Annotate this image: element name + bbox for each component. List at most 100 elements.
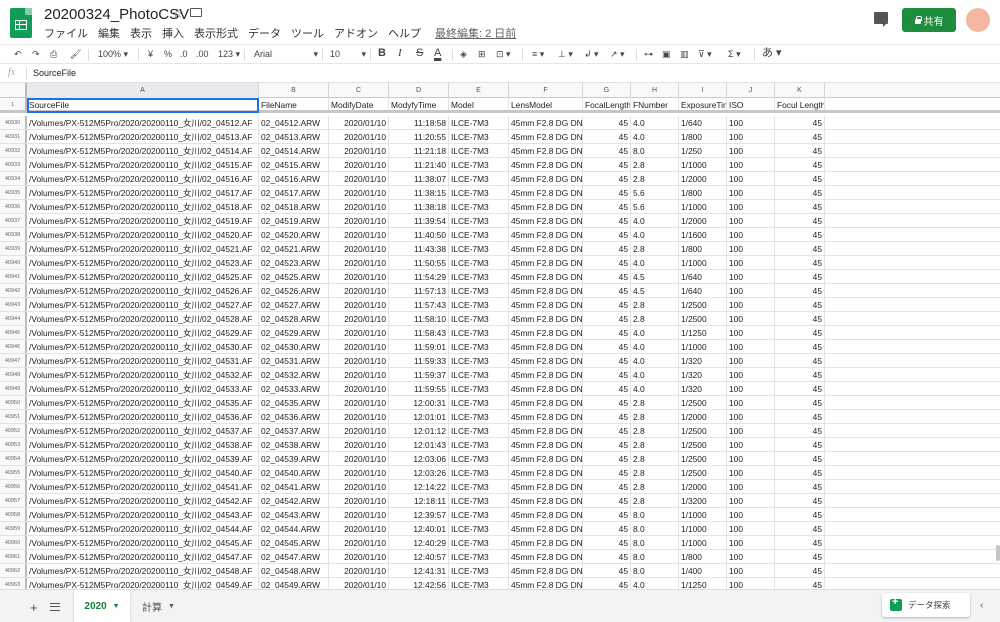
cell-h[interactable]: 4.0 <box>631 354 679 367</box>
cell-k[interactable]: 45 <box>775 116 825 129</box>
cell-g[interactable]: 45 <box>583 270 631 283</box>
cell-k[interactable]: 45 <box>775 144 825 157</box>
row-number[interactable]: 1 <box>0 98 27 110</box>
cell-a[interactable]: /Volumes/PX-512M5Pro/2020/20200110_女川/02… <box>27 158 259 171</box>
cell-f[interactable]: 45mm F2.8 DG DN <box>509 256 583 269</box>
cell-j[interactable]: 100 <box>727 340 775 353</box>
cell-k[interactable]: 45 <box>775 494 825 507</box>
cell-c[interactable]: 2020/01/10 <box>329 284 389 297</box>
cell-g[interactable]: 45 <box>583 186 631 199</box>
all-sheets-icon[interactable] <box>50 603 60 611</box>
cell-c[interactable]: 2020/01/10 <box>329 130 389 143</box>
row-number[interactable]: 40951 <box>0 410 27 423</box>
cell-e[interactable]: ILCE-7M3 <box>449 522 509 535</box>
cell-h[interactable]: 4.5 <box>631 270 679 283</box>
cell-a[interactable]: /Volumes/PX-512M5Pro/2020/20200110_女川/02… <box>27 508 259 521</box>
column-header-k[interactable]: K <box>775 83 825 98</box>
menu-edit[interactable]: 編集 <box>98 25 120 41</box>
cell-e[interactable]: ILCE-7M3 <box>449 312 509 325</box>
cell-g[interactable]: 45 <box>583 382 631 395</box>
cell-c[interactable]: 2020/01/10 <box>329 242 389 255</box>
cell-c[interactable]: 2020/01/10 <box>329 172 389 185</box>
cell-a[interactable]: /Volumes/PX-512M5Pro/2020/20200110_女川/02… <box>27 242 259 255</box>
cell-e[interactable]: ILCE-7M3 <box>449 550 509 563</box>
cell-h[interactable]: 8.0 <box>631 144 679 157</box>
cell-a[interactable]: /Volumes/PX-512M5Pro/2020/20200110_女川/02… <box>27 466 259 479</box>
menu-file[interactable]: ファイル <box>44 25 88 41</box>
cell-j[interactable]: 100 <box>727 452 775 465</box>
cell-f[interactable]: 45mm F2.8 DG DN <box>509 382 583 395</box>
cell-g[interactable]: 45 <box>583 354 631 367</box>
row-number[interactable]: 40944 <box>0 312 27 325</box>
cell-j[interactable]: 100 <box>727 116 775 129</box>
cell-a[interactable]: /Volumes/PX-512M5Pro/2020/20200110_女川/02… <box>27 116 259 129</box>
cell-b[interactable]: 02_04538.ARW <box>259 438 329 451</box>
cell-b[interactable]: 02_04540.ARW <box>259 466 329 479</box>
italic-button[interactable]: I <box>398 47 402 60</box>
cell-a[interactable]: /Volumes/PX-512M5Pro/2020/20200110_女川/02… <box>27 228 259 241</box>
sheets-logo-icon[interactable] <box>10 8 32 38</box>
decrease-decimal-button[interactable]: .0 <box>180 48 188 61</box>
explore-button[interactable]: データ探索 <box>882 593 970 617</box>
menu-help[interactable]: ヘルプ <box>388 25 421 41</box>
cell-g[interactable]: 45 <box>583 494 631 507</box>
row-number[interactable]: 40962 <box>0 564 27 577</box>
cell-i[interactable]: 1/2000 <box>679 214 727 227</box>
cell-j[interactable]: 100 <box>727 214 775 227</box>
cell-g[interactable]: 45 <box>583 508 631 521</box>
horizontal-align-icon[interactable]: ≡ ▾ <box>532 48 544 61</box>
cell-g[interactable]: 45 <box>583 130 631 143</box>
cell-k[interactable]: 45 <box>775 550 825 563</box>
cell-h[interactable]: 2.8 <box>631 396 679 409</box>
cell-f[interactable]: 45mm F2.8 DG DN <box>509 242 583 255</box>
cell-j[interactable]: 100 <box>727 326 775 339</box>
column-header-d[interactable]: D <box>389 83 449 98</box>
cell-b[interactable]: 02_04521.ARW <box>259 242 329 255</box>
cell-e[interactable]: ILCE-7M3 <box>449 410 509 423</box>
cell-d[interactable]: 12:41:31 <box>389 564 449 577</box>
header-cell[interactable]: LensModel <box>509 98 583 110</box>
row-number[interactable]: 40939 <box>0 242 27 255</box>
cell-j[interactable]: 100 <box>727 228 775 241</box>
cell-d[interactable]: 11:18:58 <box>389 116 449 129</box>
cell-e[interactable]: ILCE-7M3 <box>449 564 509 577</box>
cell-k[interactable]: 45 <box>775 368 825 381</box>
cell-a[interactable]: /Volumes/PX-512M5Pro/2020/20200110_女川/02… <box>27 214 259 227</box>
cell-f[interactable]: 45mm F2.8 DG DN <box>509 340 583 353</box>
row-number[interactable]: 40936 <box>0 200 27 213</box>
cell-h[interactable]: 4.0 <box>631 130 679 143</box>
menu-format[interactable]: 表示形式 <box>194 25 238 41</box>
cell-k[interactable]: 45 <box>775 536 825 549</box>
column-header-b[interactable]: B <box>259 83 329 98</box>
cell-h[interactable]: 5.6 <box>631 200 679 213</box>
bold-button[interactable]: B <box>378 47 386 60</box>
cell-e[interactable]: ILCE-7M3 <box>449 396 509 409</box>
cell-g[interactable]: 45 <box>583 424 631 437</box>
cell-g[interactable]: 45 <box>583 368 631 381</box>
cell-g[interactable]: 45 <box>583 172 631 185</box>
cell-a[interactable]: /Volumes/PX-512M5Pro/2020/20200110_女川/02… <box>27 550 259 563</box>
cell-i[interactable]: 1/2000 <box>679 172 727 185</box>
cell-j[interactable]: 100 <box>727 410 775 423</box>
cell-d[interactable]: 12:00:31 <box>389 396 449 409</box>
cell-h[interactable]: 4.5 <box>631 284 679 297</box>
cell-h[interactable]: 4.0 <box>631 256 679 269</box>
cell-c[interactable]: 2020/01/10 <box>329 326 389 339</box>
menu-data[interactable]: データ <box>248 25 281 41</box>
cell-f[interactable]: 45mm F2.8 DG DN <box>509 466 583 479</box>
cell-c[interactable]: 2020/01/10 <box>329 438 389 451</box>
cell-d[interactable]: 12:40:29 <box>389 536 449 549</box>
cell-d[interactable]: 11:39:54 <box>389 214 449 227</box>
cell-c[interactable]: 2020/01/10 <box>329 480 389 493</box>
cell-k[interactable]: 45 <box>775 326 825 339</box>
cell-c[interactable]: 2020/01/10 <box>329 186 389 199</box>
cell-i[interactable]: 1/320 <box>679 382 727 395</box>
cell-f[interactable]: 45mm F2.8 DG DN <box>509 130 583 143</box>
cell-g[interactable]: 45 <box>583 466 631 479</box>
cell-b[interactable]: 02_04547.ARW <box>259 550 329 563</box>
cell-b[interactable]: 02_04519.ARW <box>259 214 329 227</box>
cell-f[interactable]: 45mm F2.8 DG DN <box>509 396 583 409</box>
menu-insert[interactable]: 挿入 <box>162 25 184 41</box>
row-number[interactable]: 40947 <box>0 354 27 367</box>
cell-k[interactable]: 45 <box>775 466 825 479</box>
